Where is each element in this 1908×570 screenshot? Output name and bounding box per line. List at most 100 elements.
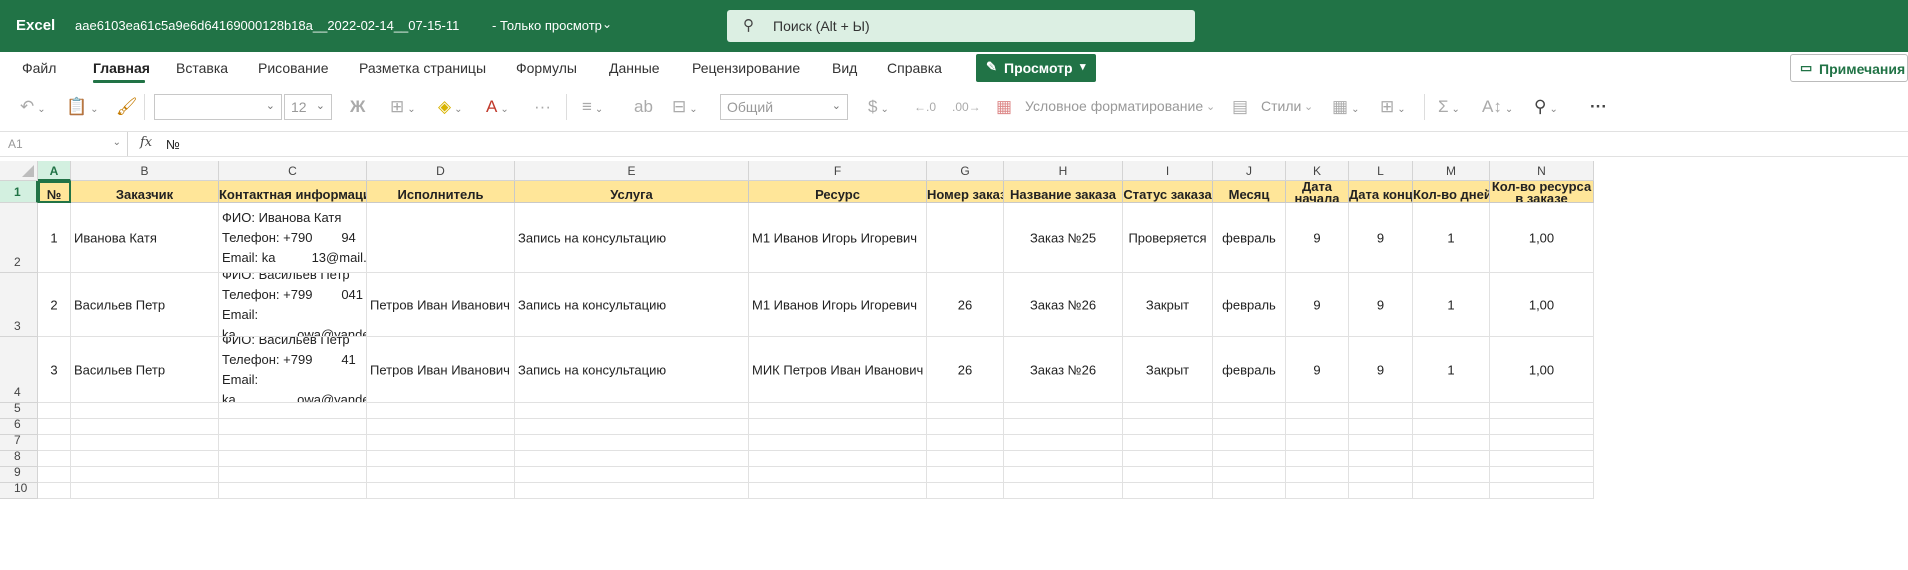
- header-cell[interactable]: Дата конца: [1349, 181, 1413, 203]
- table-cell[interactable]: Иванова Катя: [71, 203, 219, 273]
- empty-cell[interactable]: [927, 435, 1004, 451]
- table-cell[interactable]: 9: [1349, 273, 1413, 337]
- undo-icon[interactable]: ↶ ⌄: [20, 94, 46, 120]
- table-cell[interactable]: [927, 203, 1004, 273]
- table-cell[interactable]: ФИО: Иванова Катя Телефон: +790 94 Email…: [219, 203, 367, 273]
- column-header-h[interactable]: H: [1004, 161, 1123, 181]
- number-format-select[interactable]: Общий ⌄: [720, 94, 848, 120]
- table-cell[interactable]: ФИО: Васильев Петр Телефон: +799 41 Emai…: [219, 337, 367, 403]
- table-cell[interactable]: МИК Петров Иван Иванович: [749, 337, 927, 403]
- empty-cell[interactable]: [367, 403, 515, 419]
- header-cell[interactable]: Заказчик: [71, 181, 219, 203]
- formula-input[interactable]: №: [166, 137, 180, 152]
- empty-cell[interactable]: [1349, 467, 1413, 483]
- empty-cell[interactable]: [1213, 419, 1286, 435]
- empty-cell[interactable]: [749, 483, 927, 499]
- table-cell[interactable]: Закрыт: [1123, 337, 1213, 403]
- table-cell[interactable]: февраль: [1213, 203, 1286, 273]
- fill-color-icon[interactable]: ◈ ⌄: [438, 94, 462, 120]
- conditional-formatting-button[interactable]: Условное форматирование: [1025, 98, 1203, 114]
- table-cell[interactable]: февраль: [1213, 337, 1286, 403]
- header-cell[interactable]: Услуга: [515, 181, 749, 203]
- table-format-icon[interactable]: ▦ ⌄: [1332, 94, 1359, 120]
- empty-cell[interactable]: [219, 435, 367, 451]
- empty-cell[interactable]: [1349, 435, 1413, 451]
- empty-cell[interactable]: [515, 403, 749, 419]
- table-cell[interactable]: 1,00: [1490, 337, 1594, 403]
- chevron-down-icon[interactable]: ⌄: [1206, 94, 1215, 120]
- empty-cell[interactable]: [1490, 435, 1594, 451]
- empty-cell[interactable]: [1286, 483, 1349, 499]
- header-cell[interactable]: Номер заказа: [927, 181, 1004, 203]
- empty-cell[interactable]: [1123, 419, 1213, 435]
- header-cell[interactable]: Кол-во дней: [1413, 181, 1490, 203]
- column-header-g[interactable]: G: [927, 161, 1004, 181]
- empty-cell[interactable]: [1286, 435, 1349, 451]
- format-painter-icon[interactable]: 🖌: [116, 94, 138, 120]
- table-cell[interactable]: 9: [1349, 203, 1413, 273]
- column-header-e[interactable]: E: [515, 161, 749, 181]
- empty-cell[interactable]: [219, 419, 367, 435]
- empty-cell[interactable]: [71, 419, 219, 435]
- empty-cell[interactable]: [1286, 403, 1349, 419]
- column-header-b[interactable]: B: [71, 161, 219, 181]
- wrap-text-icon[interactable]: ab: [634, 94, 653, 120]
- column-header-m[interactable]: M: [1413, 161, 1490, 181]
- empty-cell[interactable]: [367, 467, 515, 483]
- empty-cell[interactable]: [1413, 435, 1490, 451]
- empty-cell[interactable]: [1413, 419, 1490, 435]
- column-header-l[interactable]: L: [1349, 161, 1413, 181]
- row-header-1[interactable]: 1: [0, 181, 38, 203]
- table-cell[interactable]: 1: [1413, 273, 1490, 337]
- empty-cell[interactable]: [1490, 403, 1594, 419]
- empty-cell[interactable]: [71, 483, 219, 499]
- header-cell[interactable]: Контактная информация: [219, 181, 367, 203]
- empty-cell[interactable]: [38, 403, 71, 419]
- empty-cell[interactable]: [1490, 451, 1594, 467]
- empty-cell[interactable]: [927, 419, 1004, 435]
- empty-cell[interactable]: [219, 483, 367, 499]
- empty-cell[interactable]: [1413, 467, 1490, 483]
- empty-cell[interactable]: [1490, 419, 1594, 435]
- empty-cell[interactable]: [515, 435, 749, 451]
- row-header-10[interactable]: 10: [0, 481, 38, 499]
- empty-cell[interactable]: [1413, 451, 1490, 467]
- header-cell[interactable]: Название заказа: [1004, 181, 1123, 203]
- header-cell[interactable]: Дата начала: [1286, 181, 1349, 203]
- currency-icon[interactable]: $ ⌄: [868, 94, 889, 120]
- empty-cell[interactable]: [1349, 403, 1413, 419]
- empty-cell[interactable]: [927, 483, 1004, 499]
- search-box[interactable]: ⚲ Поиск (Alt + Ы): [727, 10, 1195, 42]
- empty-cell[interactable]: [1004, 451, 1123, 467]
- tab-insert[interactable]: Вставка: [176, 60, 228, 76]
- table-cell[interactable]: февраль: [1213, 273, 1286, 337]
- styles-button[interactable]: Стили: [1261, 98, 1301, 114]
- empty-cell[interactable]: [749, 467, 927, 483]
- tab-review[interactable]: Рецензирование: [692, 60, 800, 76]
- empty-cell[interactable]: [1213, 403, 1286, 419]
- column-header-n[interactable]: N: [1490, 161, 1594, 181]
- empty-cell[interactable]: [1349, 483, 1413, 499]
- more-options-icon[interactable]: ···: [1590, 94, 1607, 120]
- table-cell[interactable]: ФИО: Васильев Петр Телефон: +799 041 Ema…: [219, 273, 367, 337]
- empty-cell[interactable]: [367, 435, 515, 451]
- decrease-decimal-icon[interactable]: .00→: [952, 94, 981, 120]
- column-header-k[interactable]: K: [1286, 161, 1349, 181]
- empty-cell[interactable]: [219, 451, 367, 467]
- header-cell[interactable]: Месяц: [1213, 181, 1286, 203]
- app-name[interactable]: Excel: [16, 17, 55, 34]
- view-mode-label[interactable]: - Только просмотр: [492, 18, 602, 33]
- empty-cell[interactable]: [1213, 451, 1286, 467]
- empty-cell[interactable]: [1286, 467, 1349, 483]
- chevron-down-icon[interactable]: ⌄: [1304, 94, 1313, 120]
- styles-icon[interactable]: ▤: [1232, 94, 1248, 120]
- borders-icon[interactable]: ⊞ ⌄: [390, 94, 416, 120]
- increase-decimal-icon[interactable]: ←.0: [914, 94, 936, 120]
- empty-cell[interactable]: [38, 435, 71, 451]
- table-cell[interactable]: Заказ №25: [1004, 203, 1123, 273]
- autosum-icon[interactable]: Σ ⌄: [1438, 94, 1460, 120]
- empty-cell[interactable]: [1213, 483, 1286, 499]
- empty-cell[interactable]: [71, 467, 219, 483]
- tab-page-layout[interactable]: Разметка страницы: [359, 60, 486, 76]
- column-header-a[interactable]: A: [38, 161, 71, 181]
